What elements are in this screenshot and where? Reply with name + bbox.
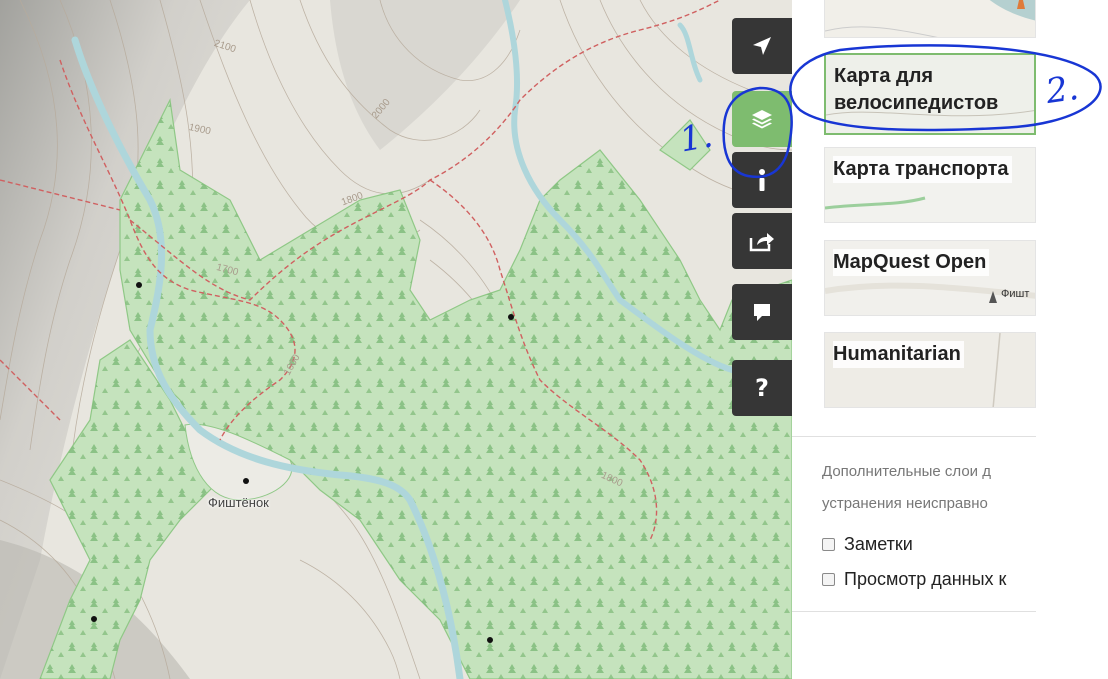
note-icon: [754, 304, 770, 321]
annotation-mark-one: 1.: [676, 115, 716, 161]
overlay-label: Заметки: [844, 533, 913, 554]
place-label[interactable]: Фиштёнок: [208, 495, 269, 510]
overlay-layers-heading: Дополнительные слои д устранения неиспра…: [822, 463, 991, 512]
layer-option-mapquest-open[interactable]: MapQuest Open Фишт: [824, 240, 1036, 316]
overlay-data-view-toggle[interactable]: Просмотр данных к: [822, 567, 1006, 591]
share-button[interactable]: [732, 213, 792, 269]
layer-option-transport-map[interactable]: Карта транспорта: [824, 147, 1036, 223]
layer-option-standard[interactable]: [824, 0, 1036, 38]
map-toolbar: ?: [732, 0, 792, 679]
layer-name: Humanitarian: [833, 341, 964, 368]
layer-name: Карта транспорта: [833, 156, 1012, 183]
layer-thumbnail: [825, 0, 1035, 37]
info-button[interactable]: [732, 152, 792, 208]
help-icon: ?: [755, 374, 769, 402]
map-tiles: [0, 0, 792, 679]
annotation-mark-two: 2.: [1043, 67, 1082, 113]
overlay-notes-toggle[interactable]: Заметки: [822, 532, 913, 556]
layer-option-cycle-map[interactable]: Карта для велосипедистов: [824, 53, 1036, 135]
locate-button[interactable]: [732, 18, 792, 74]
layer-option-humanitarian[interactable]: Humanitarian: [824, 332, 1036, 408]
layers-button[interactable]: [732, 91, 792, 147]
layer-name: MapQuest Open: [833, 249, 990, 276]
overlay-label: Просмотр данных к: [844, 568, 1007, 589]
info-icon: [759, 169, 765, 191]
notes-checkbox[interactable]: [822, 537, 835, 551]
note-button[interactable]: [732, 284, 792, 340]
navigation-arrow-icon: [753, 37, 771, 55]
panel-divider: [792, 436, 1036, 437]
panel-divider: [792, 611, 1036, 612]
layer-name: Карта для велосипедистов: [834, 65, 999, 114]
help-button[interactable]: ?: [732, 360, 792, 416]
share-icon: [749, 233, 774, 252]
thumbnail-place-label: Фишт: [1001, 288, 1030, 300]
data-view-checkbox[interactable]: [822, 572, 835, 586]
map-canvas[interactable]: 2100 2000 1900 1800 1700 1600 1800 Фиштё…: [0, 0, 792, 679]
layers-icon: [752, 110, 772, 129]
